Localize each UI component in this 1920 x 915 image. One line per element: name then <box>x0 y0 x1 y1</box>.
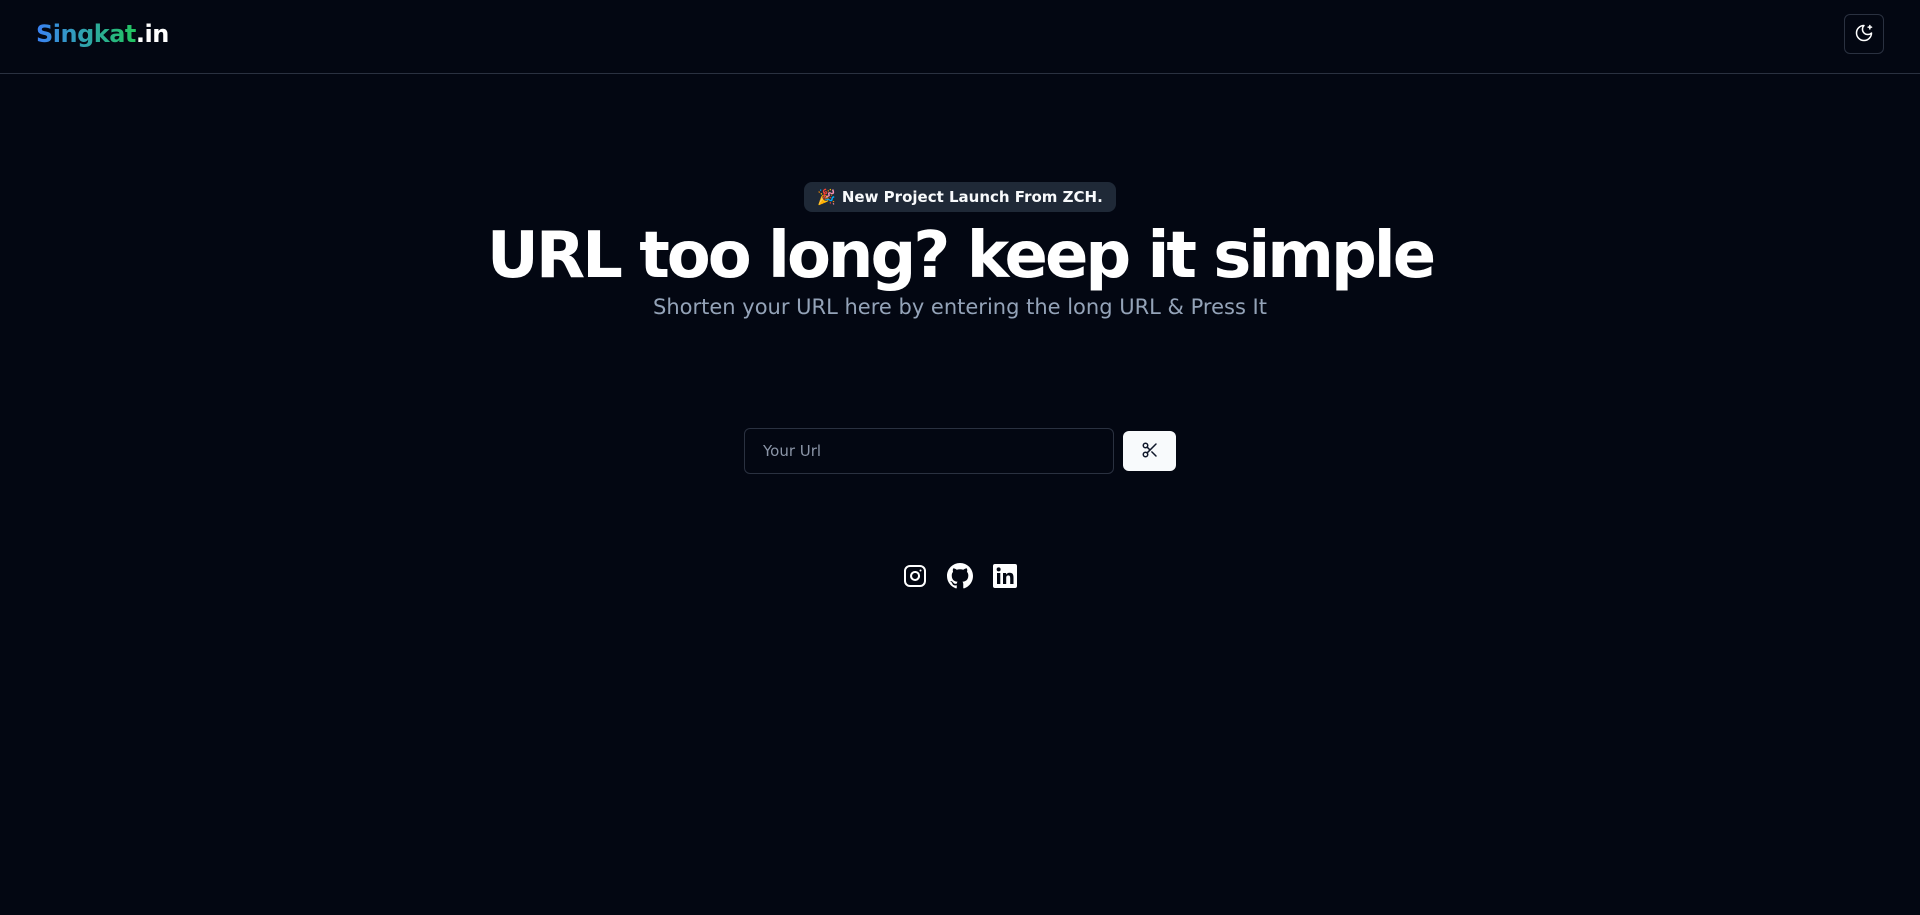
url-input[interactable] <box>744 428 1114 474</box>
page-subtitle: Shorten your URL here by entering the lo… <box>653 295 1267 320</box>
shorten-url-form <box>744 428 1176 474</box>
hero-section: 🎉 New Project Launch From ZCH. URL too l… <box>0 182 1920 319</box>
social-links <box>0 563 1920 593</box>
shorten-button[interactable] <box>1123 431 1176 471</box>
announcement-badge[interactable]: 🎉 New Project Launch From ZCH. <box>804 182 1116 212</box>
site-logo[interactable]: Singkat.in <box>36 20 169 48</box>
logo-tld-text: .in <box>135 20 169 48</box>
party-popper-icon: 🎉 <box>817 188 836 206</box>
linkedin-link[interactable] <box>993 564 1018 592</box>
github-icon <box>947 563 973 593</box>
page-title: URL too long? keep it simple <box>486 219 1436 293</box>
instagram-icon <box>903 564 927 592</box>
github-link[interactable] <box>947 563 973 593</box>
theme-toggle-button[interactable] <box>1844 14 1884 54</box>
instagram-link[interactable] <box>903 564 928 592</box>
moon-stars-icon <box>1854 23 1874 46</box>
linkedin-icon <box>993 564 1017 592</box>
logo-main-text: Singkat <box>36 20 136 48</box>
top-nav: Singkat.in <box>0 0 1920 74</box>
announcement-badge-label: New Project Launch From ZCH. <box>841 188 1103 206</box>
scissors-icon <box>1141 441 1159 462</box>
